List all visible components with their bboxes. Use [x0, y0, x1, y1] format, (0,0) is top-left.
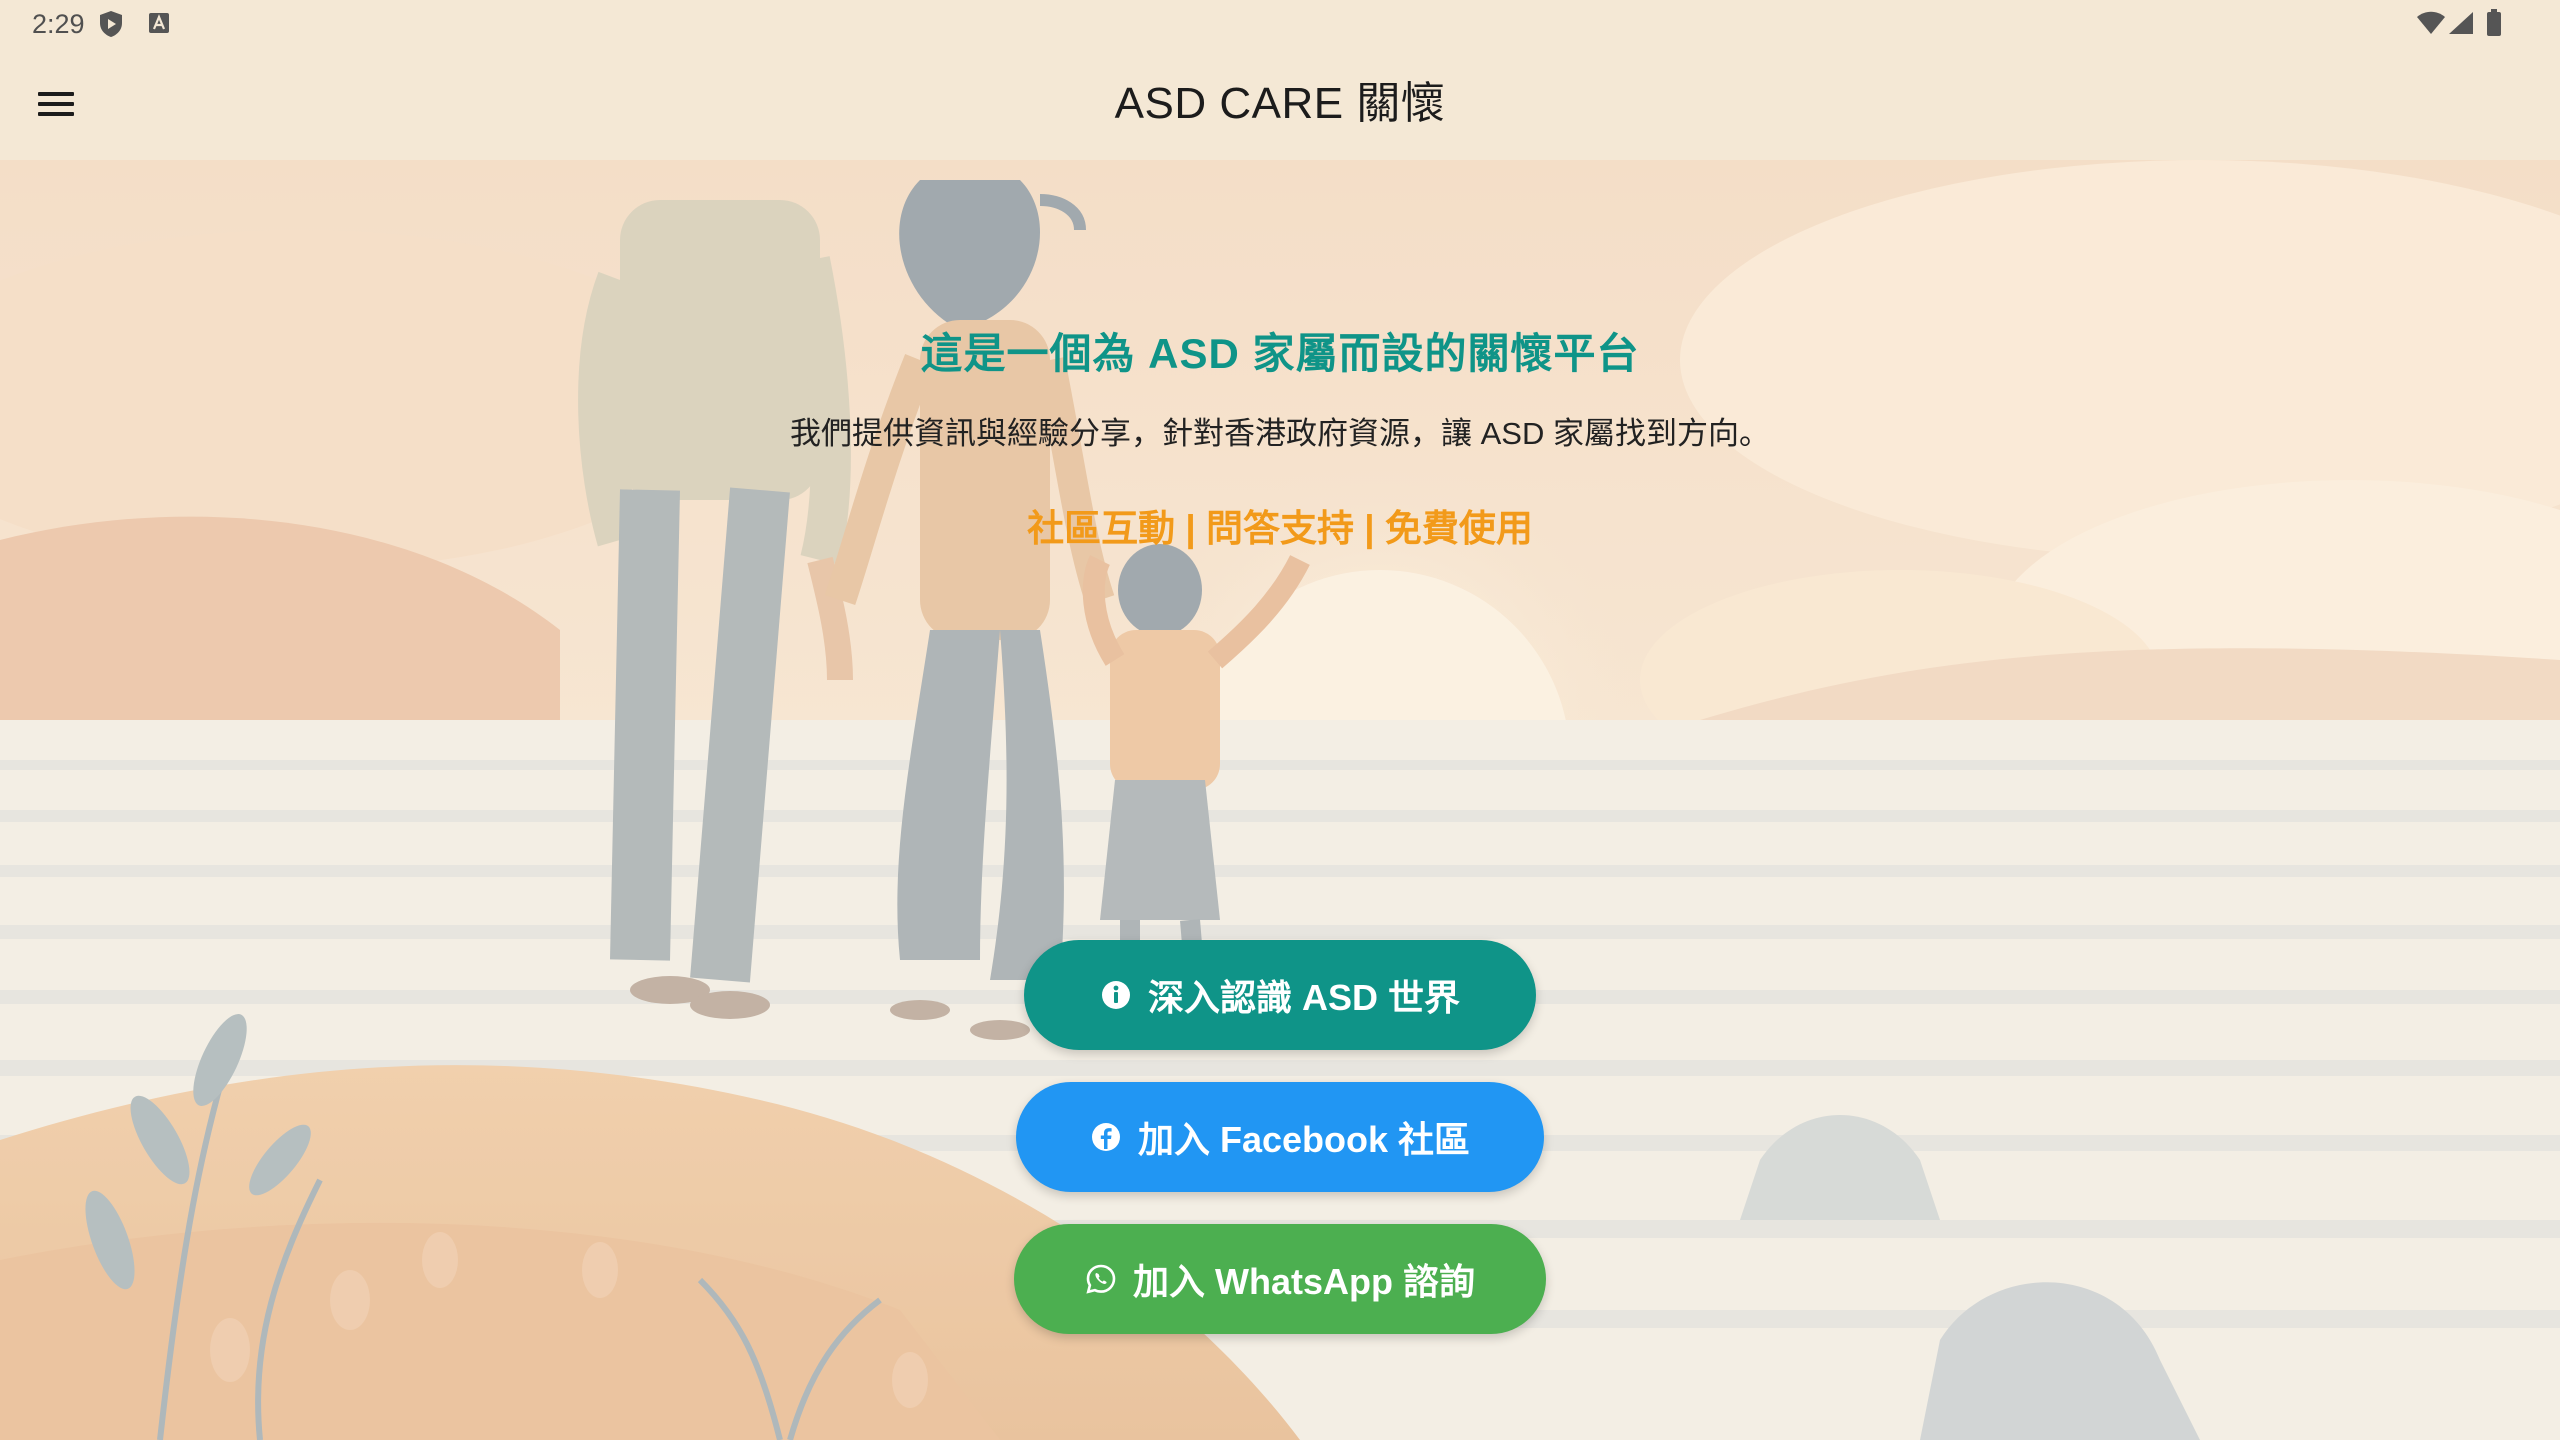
- shield-play-icon: [100, 11, 122, 37]
- a-badge-icon: [149, 13, 169, 33]
- signal-icon: [2449, 12, 2473, 34]
- app-title: ASD CARE 關懷: [1114, 79, 1446, 128]
- whatsapp-icon: [1086, 1264, 1116, 1294]
- facebook-icon: [1091, 1123, 1120, 1151]
- tagline: 社區互動 | 問答支持 | 免費使用: [1027, 508, 1533, 549]
- join-whatsapp-label: 加入 WhatsApp 諮詢: [1133, 1261, 1475, 1302]
- hero-section: 這是一個為 ASD 家屬而設的關懷平台 我們提供資訊與經驗分享，針對香港政府資源…: [0, 160, 2560, 1440]
- app-bar: ASD CARE 關懷: [0, 48, 2560, 160]
- status-time: 2:29: [32, 9, 85, 39]
- battery-icon: [2487, 9, 2501, 36]
- join-facebook-label: 加入 Facebook 社區: [1137, 1119, 1471, 1160]
- app-screen: 2:29 ASD CARE 關懷 這是一個為 ASD 家屬而設的關懷平台 我們提…: [0, 0, 2560, 1440]
- join-facebook-button[interactable]: 加入 Facebook 社區: [1016, 1082, 1544, 1192]
- join-whatsapp-button[interactable]: 加入 WhatsApp 諮詢: [1014, 1224, 1546, 1334]
- headline: 這是一個為 ASD 家屬而設的關懷平台: [920, 330, 1640, 377]
- info-icon: [1101, 981, 1130, 1009]
- status-bar: 2:29: [0, 0, 2560, 48]
- wifi-icon: [2417, 11, 2445, 34]
- learn-asd-button[interactable]: 深入認識 ASD 世界: [1024, 940, 1536, 1050]
- learn-asd-label: 深入認識 ASD 世界: [1147, 977, 1460, 1018]
- description: 我們提供資訊與經驗分享，針對香港政府資源，讓 ASD 家屬找到方向。: [790, 416, 1770, 451]
